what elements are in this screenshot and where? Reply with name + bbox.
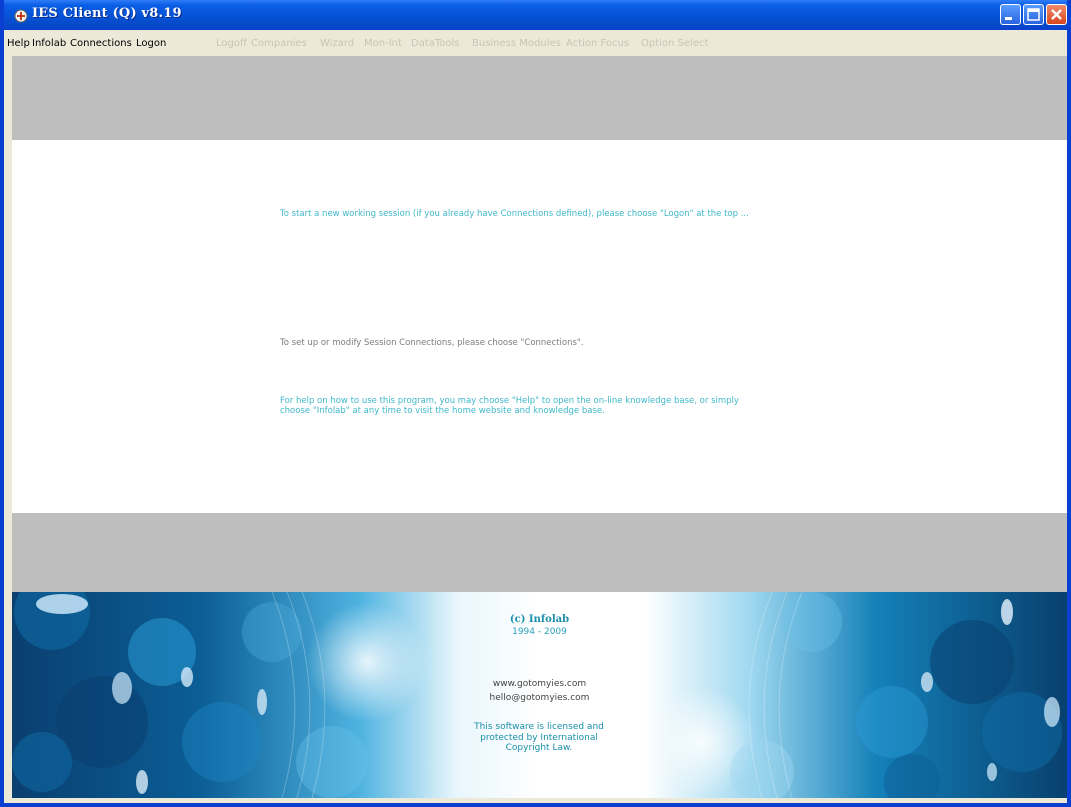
close-icon xyxy=(1051,9,1062,20)
menu-companies: Companies xyxy=(251,38,307,49)
logon-instruction: To start a new working session (if you a… xyxy=(280,209,749,219)
menu-business-modules: Business Modules xyxy=(472,38,561,49)
footer-banner: (c) Infolab 1994 - 2009 www.gotomyies.co… xyxy=(12,592,1067,798)
menu-option-select: Option Select xyxy=(641,38,709,49)
menu-logoff: Logoff xyxy=(216,38,247,49)
menu-connections[interactable]: Connections xyxy=(70,38,132,49)
license-text: This software is licensed and protected … xyxy=(474,722,604,753)
menu-bar: Help Infolab Connections Logon Logoff Co… xyxy=(4,30,1067,56)
maximize-button[interactable] xyxy=(1023,4,1044,25)
window-title: IES Client (Q) v8.19 xyxy=(32,6,182,21)
title-bar[interactable]: IES Client (Q) v8.19 xyxy=(4,0,1067,30)
menu-wizard: Wizard xyxy=(320,38,355,49)
menu-datatools: DataTools xyxy=(411,38,460,49)
menu-infolab[interactable]: Infolab xyxy=(32,38,66,49)
menu-help[interactable]: Help xyxy=(7,38,30,49)
main-content: To start a new working session (if you a… xyxy=(12,56,1067,798)
copyright-years: 1994 - 2009 xyxy=(512,627,567,637)
app-icon[interactable] xyxy=(14,8,28,23)
menu-logon[interactable]: Logon xyxy=(136,38,166,49)
email-link[interactable]: hello@gotomyies.com xyxy=(12,693,1067,703)
help-instruction: For help on how to use this program, you… xyxy=(280,396,739,416)
bottom-gray-band xyxy=(12,513,1067,592)
maximize-icon xyxy=(1027,8,1040,21)
menu-mon-int: Mon-Int xyxy=(364,38,402,49)
website-link[interactable]: www.gotomyies.com xyxy=(12,679,1067,689)
app-window: IES Client (Q) v8.19 Help Infolab Connec… xyxy=(0,0,1071,807)
copyright-text: (c) Infolab xyxy=(509,614,570,625)
top-gray-band xyxy=(12,56,1067,140)
minimize-icon xyxy=(1005,17,1012,20)
minimize-button[interactable] xyxy=(1000,4,1021,25)
close-button[interactable] xyxy=(1046,4,1067,25)
connections-instruction: To set up or modify Session Connections,… xyxy=(280,338,584,348)
menu-action-focus: Action Focus xyxy=(566,38,630,49)
welcome-panel xyxy=(12,140,1067,513)
